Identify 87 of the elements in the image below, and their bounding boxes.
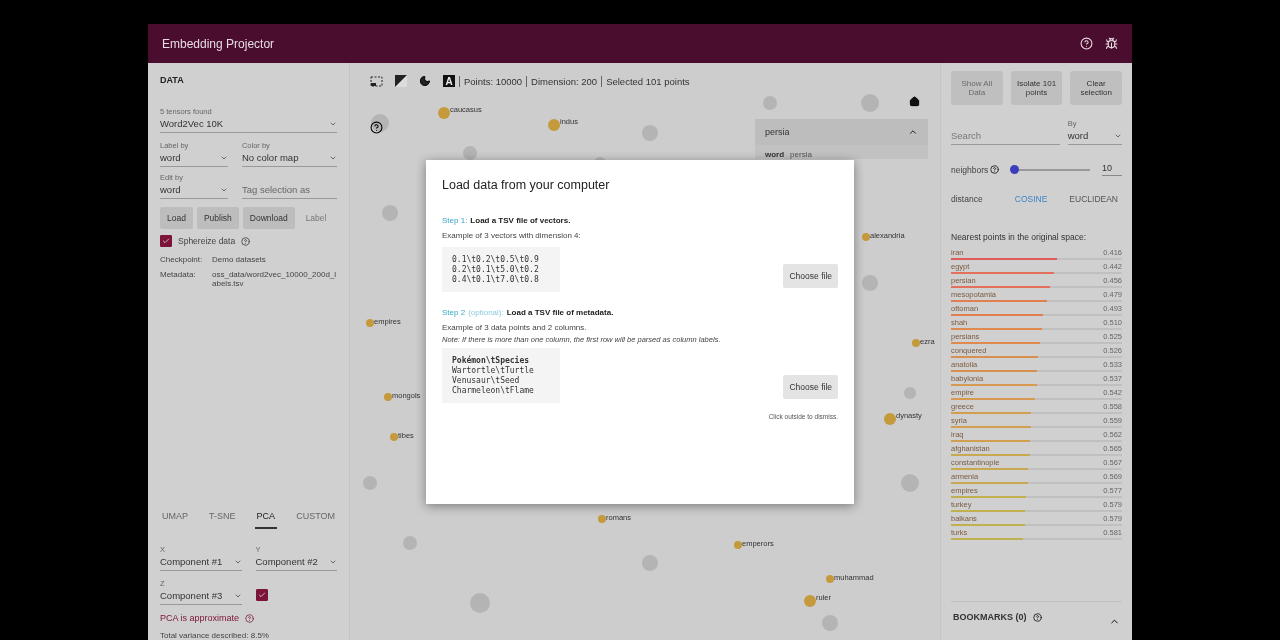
data-point (904, 387, 916, 399)
projection-tab[interactable]: CUSTOM (294, 505, 337, 529)
data-point (382, 205, 398, 221)
optional-label: (optional): (468, 308, 504, 317)
collapse-icon[interactable] (908, 127, 918, 137)
dropdown[interactable]: Component #1 (160, 555, 242, 571)
step-description: Example of 3 data points and 2 columns. (442, 323, 588, 332)
projection-tab[interactable]: UMAP (160, 505, 190, 529)
dropdown[interactable]: word (1067, 129, 1122, 145)
code-line: 0.1\t0.2\t0.5\t0.9 (452, 255, 540, 264)
contrast-icon[interactable] (395, 75, 407, 87)
dropdown[interactable]: word (160, 151, 228, 167)
metadata-value: persia (790, 150, 812, 159)
data-point (470, 593, 490, 613)
data-point (861, 94, 879, 112)
checkbox[interactable] (255, 589, 268, 601)
distance-label: distance (951, 194, 984, 204)
info-value: oss_data/word2vec_10000_200d_labels.tsv (212, 270, 337, 288)
bookmarks-title: BOOKMARKS (0) (953, 612, 1027, 622)
status-text: Points: 10000 (459, 75, 523, 87)
step-title: Load a TSV file of vectors. (470, 216, 571, 225)
check-icon (162, 237, 170, 245)
selection-icon[interactable] (370, 75, 383, 87)
distance-option[interactable]: EUCLIDEAN (1065, 194, 1122, 204)
dropdown[interactable]: Word2Vec 10K (160, 117, 337, 133)
step-description: Example of 3 vectors with dimension 4: (442, 231, 582, 240)
pca-note: PCA is approximate (160, 613, 240, 623)
search-field[interactable]: Search (951, 129, 1060, 145)
section-title: DATA (160, 75, 185, 85)
code-line: Wartortle\tTurtle (452, 366, 535, 375)
metadata-key: word (765, 150, 785, 159)
tag-field[interactable]: Tag selection as (241, 183, 337, 199)
data-point (862, 275, 878, 291)
neighbors-value[interactable]: 10 (1102, 163, 1122, 176)
help-icon[interactable] (370, 121, 383, 134)
data-point (763, 96, 777, 110)
card-title: persia (765, 127, 790, 137)
data-point (371, 114, 389, 132)
code-line: Charmeleon\tFlame (452, 386, 535, 395)
step-label: Step 1: (442, 216, 468, 225)
code-line: 0.4\t0.1\t7.0\t0.8 (452, 275, 540, 284)
bug-icon[interactable] (1105, 37, 1118, 50)
selection-button[interactable]: Clear selection (1070, 71, 1122, 105)
data-button[interactable]: Download (242, 207, 295, 229)
label-toggle[interactable]: A (443, 75, 455, 87)
code-line: Pokémon\tSpecies (452, 356, 531, 365)
home-icon[interactable] (909, 96, 920, 107)
dialog-title: Load data from your computer (442, 178, 611, 192)
checkbox-label: Sphereize data (178, 236, 236, 246)
dropdown[interactable]: No color map (241, 151, 337, 167)
data-point (363, 476, 377, 490)
choose-file-button[interactable]: Choose file (783, 264, 838, 288)
data-button[interactable]: Publish (196, 207, 239, 229)
neighbors-label: neighbors (951, 164, 989, 175)
info-value: Demo datasets (212, 255, 266, 264)
nearest-title: Nearest points in the original space: (951, 232, 1088, 242)
help-icon[interactable] (1032, 612, 1042, 622)
dropdown[interactable]: Component #3 (160, 589, 242, 605)
data-point (642, 125, 658, 141)
code-line: 0.2\t0.1\t5.0\t0.2 (452, 265, 540, 274)
info-key: Metadata: (160, 270, 204, 288)
choose-file-button[interactable]: Choose file (783, 375, 838, 399)
projection-tab[interactable]: T-SNE (207, 505, 238, 529)
dropdown[interactable]: Component #2 (255, 555, 337, 571)
data-point (463, 146, 477, 160)
help-icon[interactable] (990, 165, 1000, 174)
data-point (403, 536, 417, 550)
step-label: Step 2 (442, 308, 466, 317)
app-title: Embedding Projector (162, 36, 276, 51)
check-icon (257, 591, 266, 599)
checkbox[interactable] (160, 235, 172, 247)
dropdown[interactable]: word (160, 183, 228, 199)
moon-icon[interactable] (419, 75, 431, 87)
projection-tab[interactable]: PCA (254, 505, 278, 529)
slider-handle[interactable] (1009, 164, 1019, 174)
data-point (822, 615, 838, 631)
step-title: Load a TSV file of metadata. (506, 308, 614, 317)
variance-text: Total variance described: 8.5% (160, 631, 270, 640)
data-button[interactable]: Load (160, 207, 193, 229)
status-text: Selected 101 points (601, 75, 690, 87)
status-text: Dimension: 200 (526, 75, 598, 87)
info-key: Checkpoint: (160, 255, 204, 264)
data-point (642, 555, 658, 571)
code-line: Venusaur\tSeed (452, 376, 521, 385)
distance-option[interactable]: COSINE (1010, 194, 1052, 204)
selection-button[interactable]: Isolate 101 points (1010, 71, 1063, 105)
data-point (901, 474, 919, 492)
